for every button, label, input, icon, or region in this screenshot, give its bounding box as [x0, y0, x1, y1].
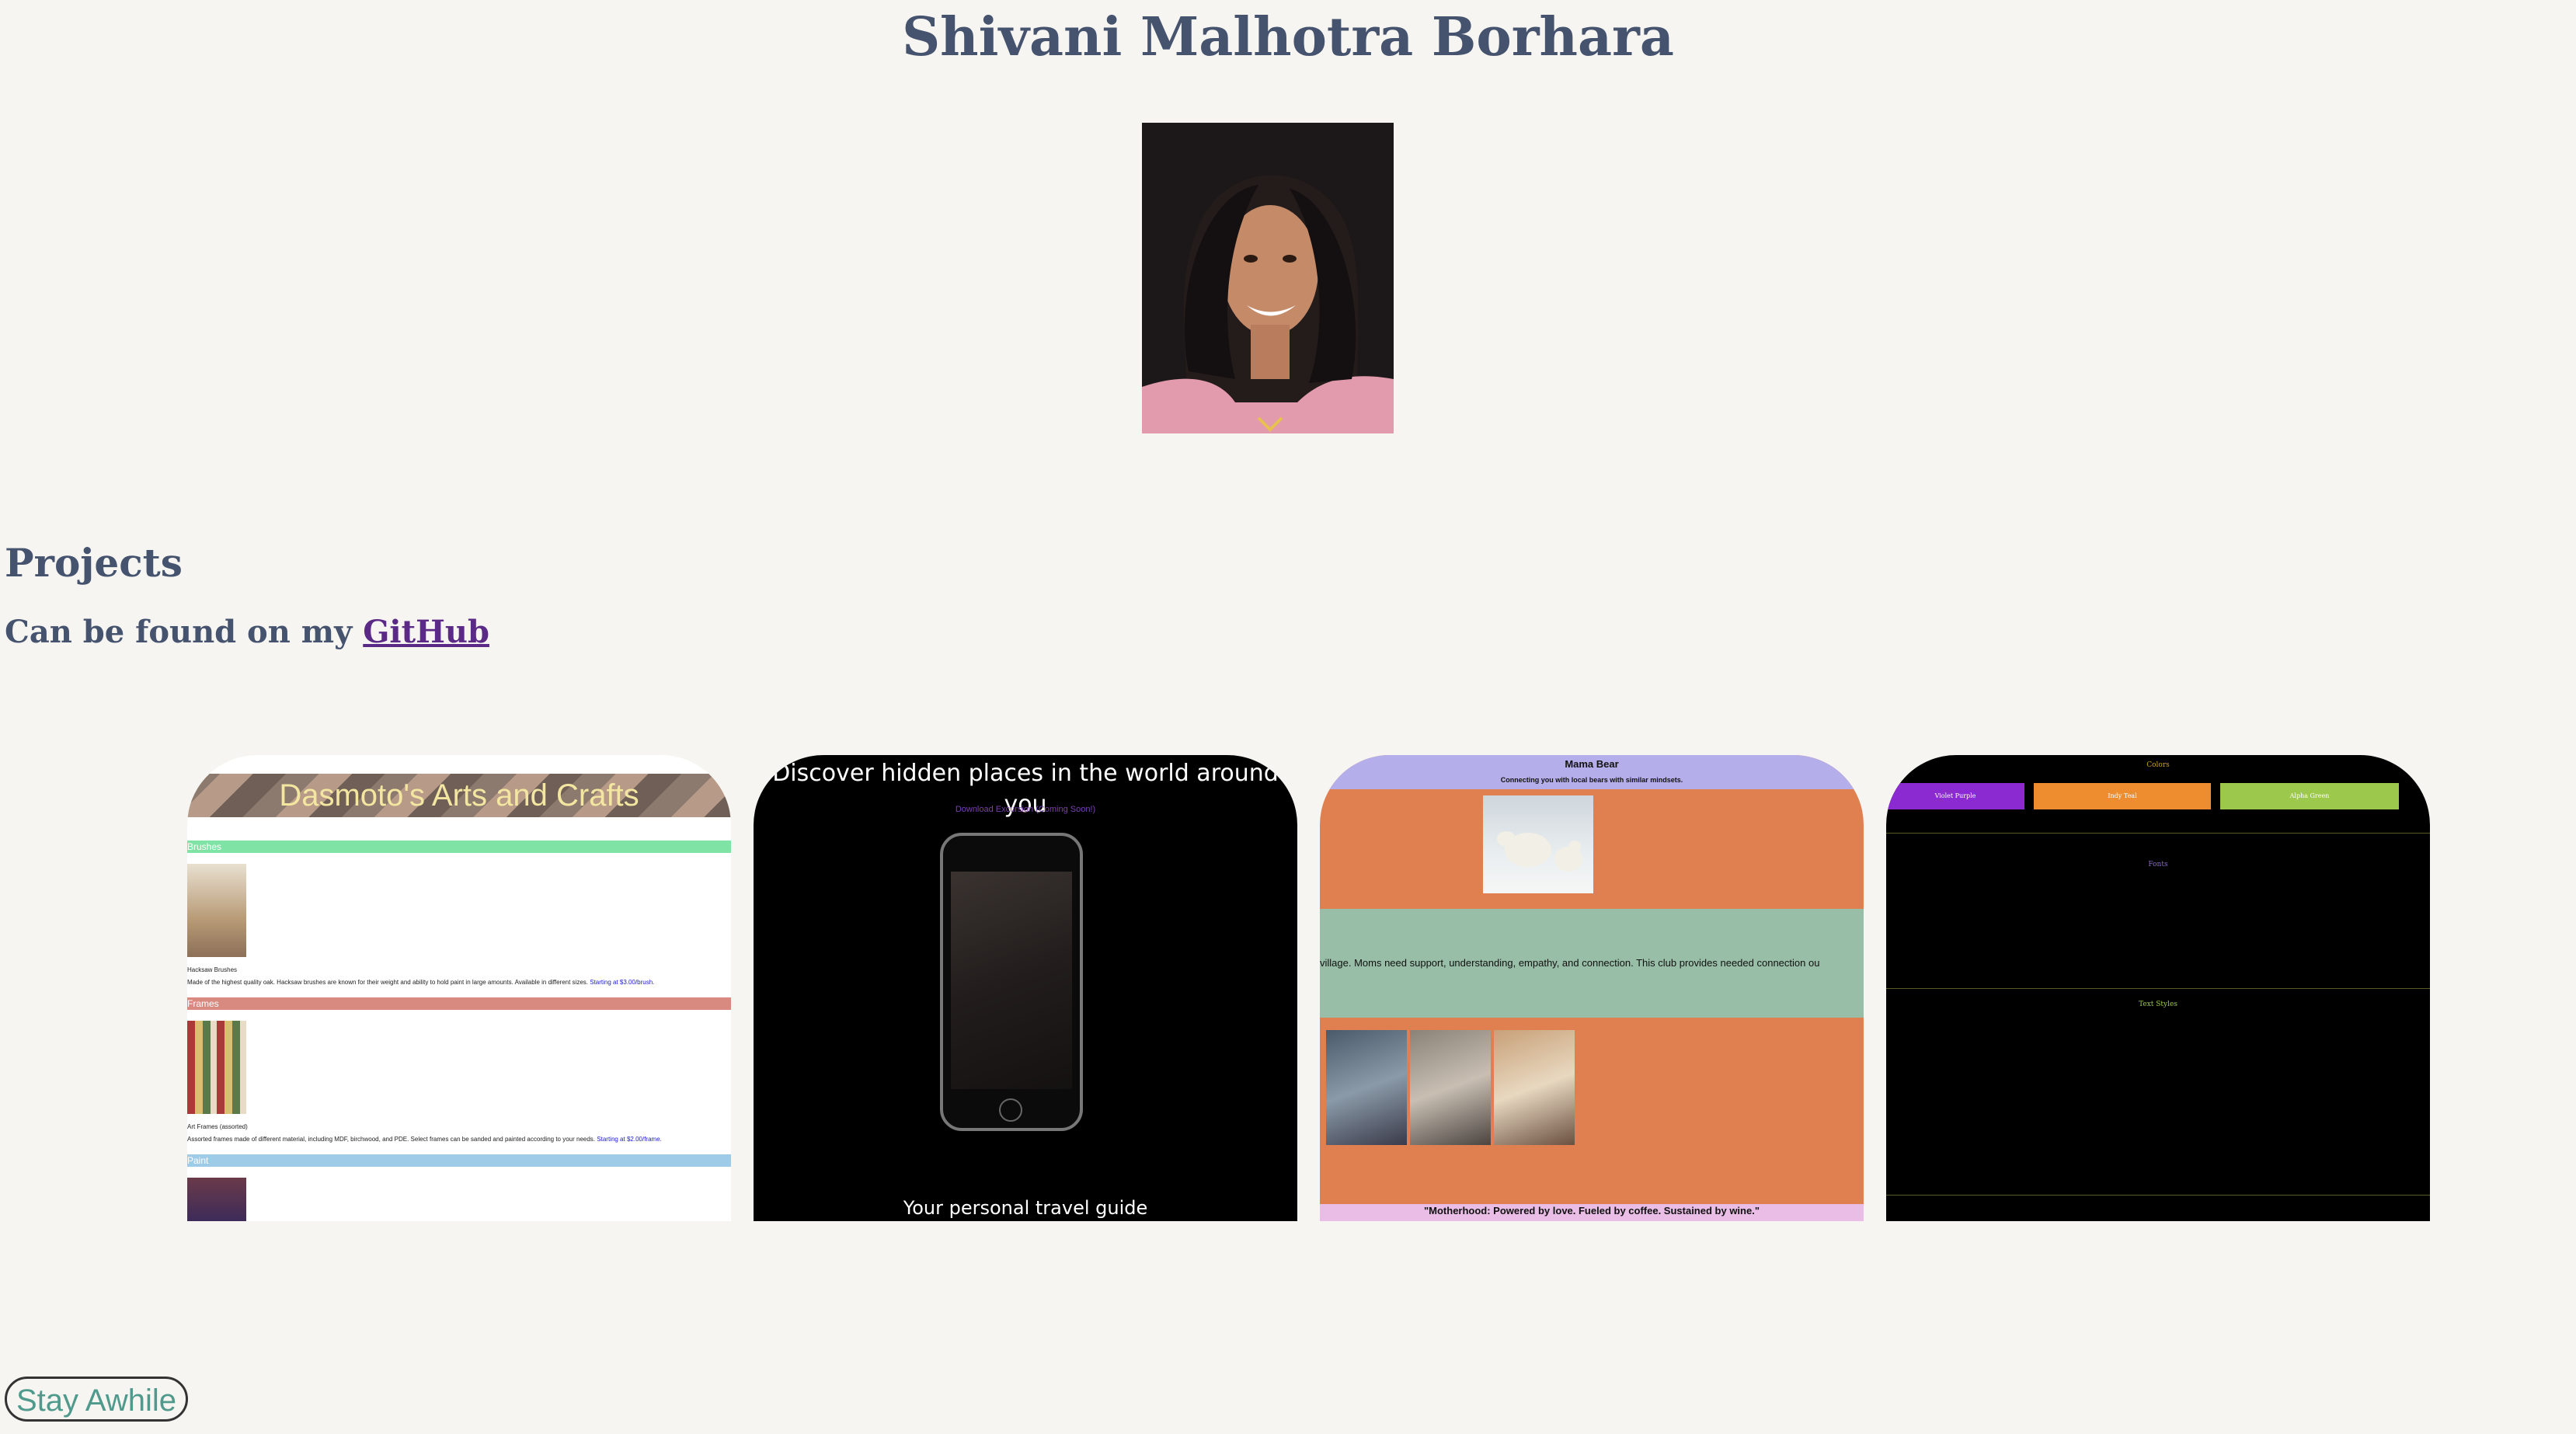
item1-desc-text: Made of the highest quality oak. Hacksaw…: [187, 979, 588, 986]
project-thumbnail-excursion[interactable]: Discover hidden places in the world arou…: [754, 755, 1297, 1221]
project-thumbnail-mama-bear[interactable]: Mama Bear Connecting you with local bear…: [1320, 755, 1864, 1221]
item1-description: Made of the highest quality oak. Hacksaw…: [187, 979, 654, 986]
item2-description: Assorted frames made of different materi…: [187, 1136, 662, 1143]
section-bar-brushes: Brushes: [187, 841, 731, 853]
mama-bear-subtitle: Connecting you with local bears with sim…: [1500, 776, 1683, 784]
projects-subtitle-text: Can be found on my: [5, 614, 353, 650]
text-styles-label: Text Styles: [2139, 1001, 2177, 1008]
profile-photo: [1142, 123, 1394, 433]
colors-label: Colors: [2146, 761, 2170, 769]
item1-price: Starting at $3.00/brush.: [590, 979, 655, 986]
divider-3: [1886, 1195, 2430, 1196]
mama-bear-header: Mama Bear Connecting you with local bear…: [1320, 755, 1864, 789]
item2-desc-text: Assorted frames made of different materi…: [187, 1136, 596, 1143]
moms-photo-1: [1326, 1030, 1407, 1145]
fonts-label: Fonts: [2148, 861, 2168, 868]
stay-awhile-button[interactable]: Stay Awhile: [5, 1377, 188, 1422]
projects-subtitle: Can be found on my GitHub: [5, 609, 489, 656]
frames-image: [187, 1021, 246, 1114]
excursion-tagline: Your personal travel guide: [903, 1197, 1148, 1219]
divider-1: [1886, 833, 2430, 834]
page-title: Shivani Malhotra Borhara: [902, 6, 1674, 68]
projects-heading: Projects: [5, 540, 183, 586]
moms-photo-2: [1410, 1030, 1491, 1145]
dasmoto-banner: Dasmoto's Arts and Crafts: [187, 774, 731, 817]
project-thumbnail-style-guide[interactable]: Colors Violet Purple Indy Teal Alpha Gre…: [1886, 755, 2430, 1221]
brushes-image: [187, 864, 246, 957]
polar-bears-image: [1483, 795, 1593, 893]
paint-image: [187, 1178, 246, 1221]
mama-bear-title: Mama Bear: [1565, 758, 1619, 770]
section-bar-paint: Paint: [187, 1154, 731, 1167]
project-thumbnail-dasmoto[interactable]: Dasmoto's Arts and Crafts Brushes Hacksa…: [187, 755, 731, 1221]
swatch-violet: Violet Purple: [1886, 783, 2024, 809]
phone-mockup: [940, 833, 1083, 1131]
item2-title: Art Frames (assorted): [187, 1123, 248, 1130]
section-bar-frames: Frames: [187, 997, 731, 1010]
mama-bear-quote: "Motherhood: Powered by love. Fueled by …: [1320, 1204, 1864, 1221]
excursion-download-link: Download Excursion (Coming Soon!): [955, 805, 1096, 814]
moms-photo-3: [1494, 1030, 1575, 1145]
item1-title: Hacksaw Brushes: [187, 966, 238, 973]
phone-home-button: [999, 1098, 1022, 1122]
github-link[interactable]: GitHub: [363, 614, 489, 650]
swatch-teal: Indy Teal: [2034, 783, 2211, 809]
divider-2: [1886, 988, 2430, 989]
item2-price: Starting at $2.00/frame.: [597, 1136, 662, 1143]
phone-screen: [951, 872, 1072, 1089]
mama-bear-mission-band: village. Moms need support, understandin…: [1320, 909, 1864, 1018]
swatch-green: Alpha Green: [2220, 783, 2399, 809]
